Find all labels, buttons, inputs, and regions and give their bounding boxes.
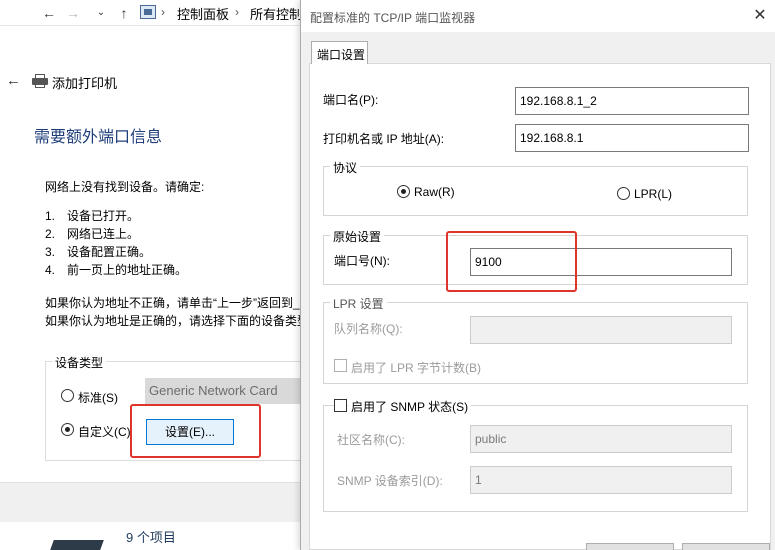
list-item: 2. 网络已连上。: [45, 227, 140, 241]
protocol-label: 协议: [330, 159, 361, 176]
standard-radio[interactable]: [61, 389, 74, 402]
snmp-checkbox[interactable]: [334, 399, 347, 412]
lpr-byte-count-label: 启用了 LPR 字节计数(B): [351, 361, 482, 375]
lpr-byte-count-checkbox: [334, 359, 347, 372]
port-number-label: 端口号(N):: [334, 254, 390, 268]
breadcrumb-all-items[interactable]: 所有控制: [250, 4, 302, 23]
printer-icon: [32, 74, 48, 88]
up-icon[interactable]: ↑: [115, 4, 133, 22]
breadcrumb-control-panel[interactable]: 控制面板: [177, 4, 229, 23]
snmp-index-input: 1: [470, 466, 732, 494]
ok-button[interactable]: [586, 543, 674, 550]
community-input: public: [470, 425, 732, 453]
wizard-footer: [0, 482, 300, 522]
list-item: 1. 设备已打开。: [45, 209, 140, 223]
breadcrumb-separator-icon: ›: [161, 5, 165, 19]
raw-radio-label[interactable]: Raw(R): [414, 185, 455, 199]
lpr-settings-label: LPR 设置: [330, 295, 387, 312]
wizard-heading: 需要额外端口信息: [34, 129, 163, 146]
wizard-intro: 网络上没有找到设备。请确定:: [45, 180, 205, 194]
dialog-titlebar: 配置标准的 TCP/IP 端口监视器 ✕: [301, 0, 775, 32]
snmp-index-label: SNMP 设备索引(D):: [337, 474, 443, 488]
chevron-down-icon[interactable]: ⌄: [92, 4, 110, 22]
wizard-note-2: 如果你认为地址是正确的，请选择下面的设备类型: [45, 314, 310, 328]
protocol-group: [323, 166, 748, 216]
standard-radio-label[interactable]: 标准(S): [78, 389, 118, 406]
wizard-note-1: 如果你认为地址不正确，请单击“上一步”返回到_: [45, 296, 300, 310]
control-panel-icon: [140, 5, 156, 19]
snmp-group: [323, 405, 748, 512]
queue-name-label: 队列名称(Q):: [334, 322, 403, 336]
port-name-label: 端口名(P):: [323, 93, 379, 107]
wizard-checklist: 1. 设备已打开。 2. 网络已连上。 3. 设备配置正确。 4. 前一页上的地址正确。: [45, 207, 187, 279]
custom-radio[interactable]: [61, 423, 74, 436]
dialog-title: 配置标准的 TCP/IP 端口监视器: [310, 11, 476, 25]
close-icon[interactable]: ✕: [749, 6, 771, 26]
community-label: 社区名称(C):: [337, 433, 405, 447]
lpr-radio[interactable]: [617, 187, 630, 200]
list-item: 4. 前一页上的地址正确。: [45, 263, 188, 277]
forward-icon[interactable]: →: [64, 4, 82, 22]
tab-port-settings[interactable]: 端口设置: [311, 41, 368, 64]
custom-radio-label[interactable]: 自定义(C): [78, 423, 131, 440]
raw-settings-label: 原始设置: [330, 228, 385, 245]
highlight-box-settings: [130, 404, 261, 458]
snmp-label[interactable]: 启用了 SNMP 状态(S): [348, 398, 472, 415]
printer-name-input[interactable]: 192.168.8.1: [515, 124, 749, 152]
generic-network-card-select: Generic Network Card: [145, 378, 300, 404]
printer-thumbnail: [50, 540, 104, 550]
highlight-box-port-number: [446, 231, 577, 292]
cancel-button[interactable]: [682, 543, 770, 550]
breadcrumb-separator-icon: ›: [235, 5, 239, 19]
add-printer-wizard: [0, 36, 300, 550]
items-count: 9 个项目: [126, 530, 176, 545]
wizard-title: 添加打印机: [52, 76, 118, 91]
wizard-header: ← 添加打印机: [6, 72, 296, 92]
raw-radio[interactable]: [397, 185, 410, 198]
device-type-label: 设备类型: [52, 354, 107, 371]
printer-name-label: 打印机名或 IP 地址(A):: [323, 132, 445, 146]
port-name-input[interactable]: 192.168.8.1_2: [515, 87, 749, 115]
lpr-radio-label[interactable]: LPR(L): [634, 187, 672, 201]
list-item: 3. 设备配置正确。: [45, 245, 152, 259]
back-icon[interactable]: ←: [40, 4, 58, 22]
queue-name-input: [470, 316, 732, 344]
back-arrow-icon[interactable]: ←: [6, 72, 21, 89]
